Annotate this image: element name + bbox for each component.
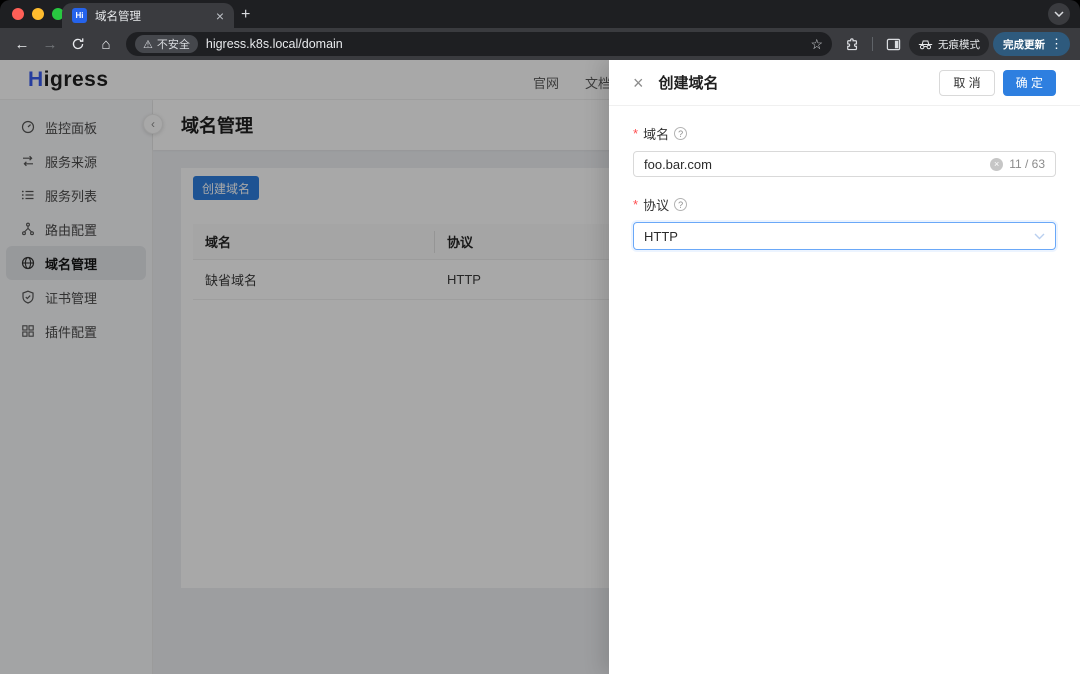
- url-text[interactable]: higress.k8s.local/domain: [206, 37, 803, 51]
- forward-button[interactable]: →: [38, 36, 62, 53]
- browser-toolbar: ← → ⌂ ⚠ 不安全 higress.k8s.local/domain ☆ 无…: [0, 28, 1080, 60]
- protocol-select[interactable]: HTTP: [633, 222, 1056, 250]
- address-bar[interactable]: ⚠ 不安全 higress.k8s.local/domain ☆: [126, 32, 832, 56]
- new-tab-button[interactable]: +: [241, 5, 250, 25]
- tab-close-icon[interactable]: ×: [216, 9, 224, 23]
- domain-input-wrapper: × 11 / 63: [633, 151, 1056, 177]
- required-asterisk: *: [633, 197, 639, 212]
- char-counter: 11 / 63: [1009, 157, 1045, 171]
- close-window-button[interactable]: [12, 8, 24, 20]
- confirm-button[interactable]: 确 定: [1002, 69, 1056, 96]
- domain-field-label: * 域名 ?: [633, 124, 1056, 143]
- question-circle-icon[interactable]: ?: [674, 198, 688, 211]
- tab-title: 域名管理: [95, 10, 141, 23]
- question-circle-icon[interactable]: ?: [674, 127, 688, 140]
- cancel-button[interactable]: 取 消: [939, 69, 995, 96]
- extensions-button[interactable]: [840, 37, 864, 52]
- drawer-title: 创建域名: [658, 75, 719, 92]
- browser-menu-icon[interactable]: ⋮: [1050, 36, 1063, 52]
- close-icon[interactable]: ×: [633, 74, 644, 92]
- browser-tab[interactable]: Hi 域名管理 ×: [62, 3, 234, 28]
- required-asterisk: *: [633, 126, 639, 141]
- reload-icon: [72, 38, 84, 50]
- side-panel-button[interactable]: [881, 37, 905, 52]
- puzzle-icon: [846, 37, 857, 50]
- update-chrome-button[interactable]: 完成更新 ⋮: [993, 32, 1070, 56]
- field-label-text: 域名: [643, 127, 670, 142]
- drawer-body: * 域名 ? × 11 / 63 * 协议 ? HTTP: [609, 106, 1080, 268]
- tab-search-button[interactable]: [1048, 3, 1070, 25]
- browser-tabstrip: Hi 域名管理 × +: [0, 0, 1080, 28]
- reload-button[interactable]: [66, 37, 90, 51]
- create-domain-drawer: × 创建域名 取 消 确 定 * 域名 ? × 11 / 63 * 协议 ? H: [609, 60, 1080, 674]
- security-label: 不安全: [156, 39, 190, 51]
- back-button[interactable]: ←: [10, 36, 34, 53]
- clear-input-icon[interactable]: ×: [990, 157, 1004, 171]
- higress-favicon: Hi: [72, 8, 87, 23]
- drawer-header: × 创建域名 取 消 确 定: [609, 60, 1080, 106]
- incognito-label: 无痕模式: [938, 38, 980, 51]
- minimize-window-button[interactable]: [32, 8, 44, 20]
- chevron-down-icon: [1054, 11, 1064, 17]
- home-button[interactable]: ⌂: [94, 36, 118, 53]
- bookmark-star-icon[interactable]: ☆: [810, 36, 823, 53]
- security-badge[interactable]: ⚠ 不安全: [135, 35, 198, 53]
- protocol-field-label: * 协议 ?: [633, 195, 1056, 214]
- macos-traffic-lights: [12, 8, 64, 20]
- domain-input[interactable]: [644, 156, 985, 172]
- field-label-text: 协议: [643, 198, 670, 213]
- update-label: 完成更新: [1003, 38, 1045, 51]
- app-viewport: Higress 官网 文档 监控面板 服务来源 服务列表 路由配置 域名管理 证…: [0, 60, 1080, 674]
- protocol-select-value: HTTP: [644, 228, 678, 244]
- toolbar-divider: [872, 37, 873, 51]
- side-panel-icon: [886, 38, 900, 50]
- incognito-indicator[interactable]: 无痕模式: [909, 32, 989, 56]
- chevron-down-icon: [1034, 233, 1045, 240]
- incognito-glasses-icon: [918, 40, 933, 49]
- warning-icon: ⚠: [143, 38, 153, 51]
